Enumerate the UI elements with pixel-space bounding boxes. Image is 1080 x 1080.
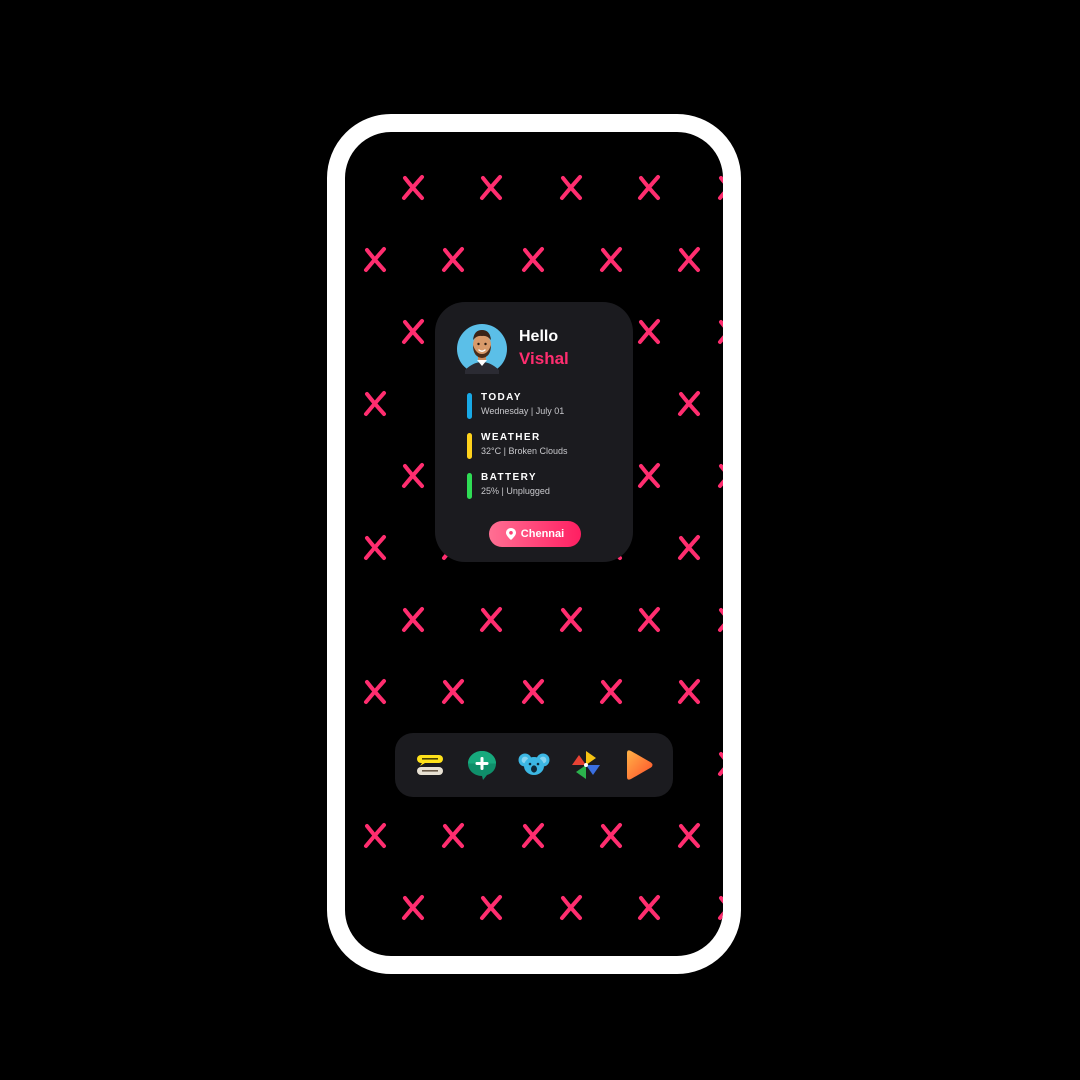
x-mark — [678, 247, 700, 272]
x-mark — [718, 175, 723, 200]
x-mark — [718, 607, 723, 632]
x-mark — [522, 679, 544, 704]
avatar — [457, 324, 507, 374]
x-mark — [364, 823, 386, 848]
x-mark — [718, 463, 723, 488]
x-mark — [678, 391, 700, 416]
home-screen: Hello Vishal TODAY Wednesday | July 01 W… — [345, 132, 723, 956]
x-mark — [402, 463, 424, 488]
x-mark — [718, 751, 723, 776]
info-row-detail: 25% | Unplugged — [481, 486, 550, 496]
x-mark — [402, 895, 424, 920]
info-row-detail: Wednesday | July 01 — [481, 406, 565, 416]
phone-frame: Hello Vishal TODAY Wednesday | July 01 W… — [327, 114, 741, 974]
x-mark — [560, 175, 582, 200]
x-mark — [718, 895, 723, 920]
location-button[interactable]: Chennai — [489, 521, 581, 547]
x-mark — [638, 463, 660, 488]
x-mark — [402, 607, 424, 632]
x-mark — [678, 535, 700, 560]
pinwheel-icon[interactable] — [570, 749, 602, 781]
today-accent-bar — [467, 393, 472, 419]
location-pin-icon — [505, 528, 516, 540]
x-mark — [442, 823, 464, 848]
weather-accent-bar — [467, 433, 472, 459]
x-mark — [364, 391, 386, 416]
x-mark — [402, 319, 424, 344]
x-mark — [522, 247, 544, 272]
x-mark — [638, 895, 660, 920]
chat-bubbles-icon[interactable] — [414, 749, 446, 781]
info-row-title: TODAY — [481, 392, 522, 403]
location-label: Chennai — [520, 528, 565, 540]
info-row-title: BATTERY — [481, 472, 537, 483]
koala-icon[interactable] — [518, 749, 550, 781]
greeting-widget: Hello Vishal TODAY Wednesday | July 01 W… — [435, 302, 633, 562]
info-row-title: WEATHER — [481, 432, 541, 443]
info-row-today: TODAY Wednesday | July 01 — [467, 392, 617, 421]
x-mark — [638, 319, 660, 344]
x-mark — [480, 607, 502, 632]
x-mark — [678, 823, 700, 848]
x-mark — [480, 175, 502, 200]
x-mark — [442, 679, 464, 704]
x-mark — [600, 679, 622, 704]
x-mark — [442, 247, 464, 272]
x-mark — [638, 607, 660, 632]
x-mark — [678, 679, 700, 704]
x-mark — [364, 535, 386, 560]
x-mark — [718, 319, 723, 344]
app-dock — [395, 733, 673, 797]
x-mark — [560, 895, 582, 920]
greeting-text: Hello — [519, 328, 559, 345]
x-mark — [600, 247, 622, 272]
x-mark — [522, 823, 544, 848]
x-mark — [402, 175, 424, 200]
add-message-icon[interactable] — [466, 749, 498, 781]
battery-accent-bar — [467, 473, 472, 499]
info-row-weather: WEATHER 32°C | Broken Clouds — [467, 432, 617, 461]
x-mark — [364, 679, 386, 704]
x-mark — [560, 607, 582, 632]
info-row-battery: BATTERY 25% | Unplugged — [467, 472, 617, 501]
user-name: Vishal — [519, 349, 569, 368]
x-mark — [600, 823, 622, 848]
x-mark — [364, 247, 386, 272]
play-icon[interactable] — [622, 749, 654, 781]
x-mark — [638, 175, 660, 200]
info-row-detail: 32°C | Broken Clouds — [481, 446, 568, 456]
x-mark — [480, 895, 502, 920]
